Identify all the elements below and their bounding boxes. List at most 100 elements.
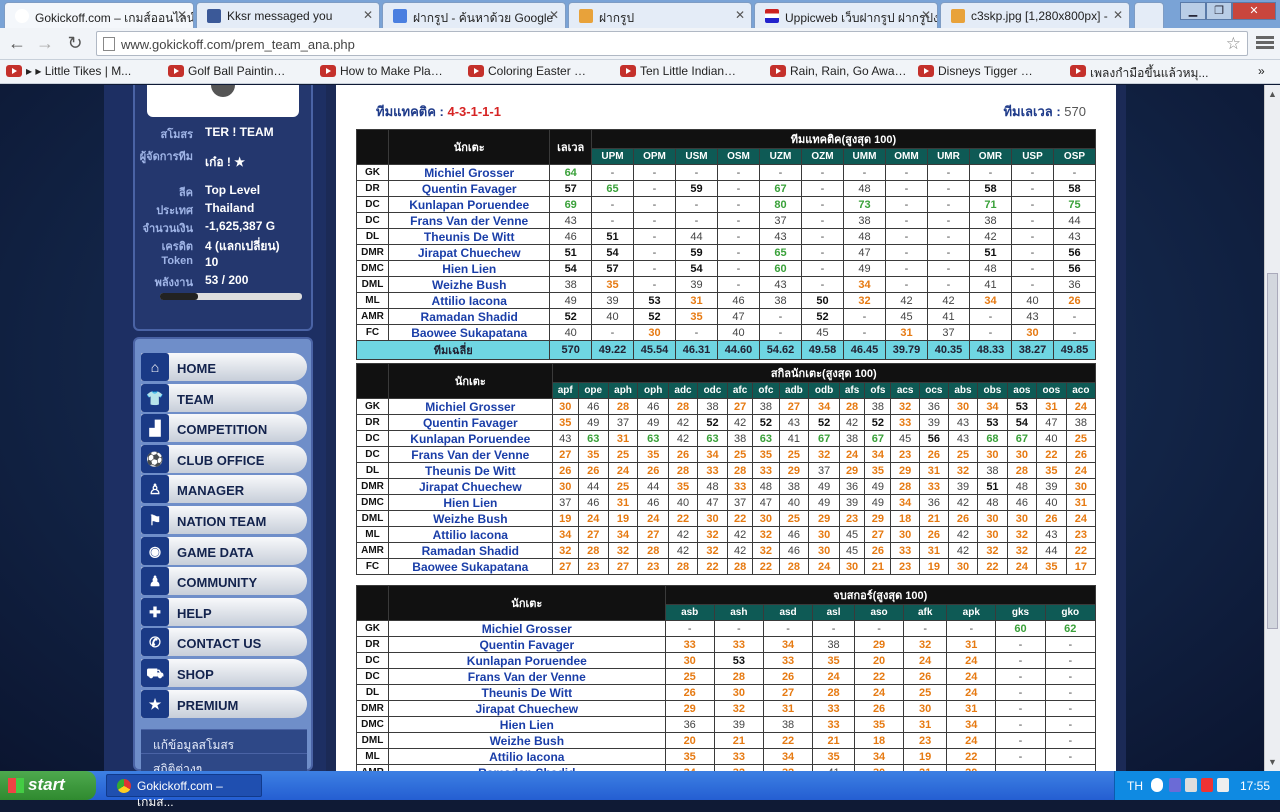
stat-cell: 71 xyxy=(968,196,1012,213)
volume-icon[interactable] xyxy=(1217,778,1229,792)
scrollbar-thumb[interactable] xyxy=(1267,273,1278,629)
tab-gokickoff[interactable]: Gokickoff.com – เกมส์ออนไลน์ ✕ xyxy=(4,2,194,28)
player-name-link[interactable]: Jirapat Chuechew xyxy=(388,700,666,717)
scroll-down-icon[interactable]: ▼ xyxy=(1268,757,1277,767)
player-name-link[interactable]: Kunlapan Poruendee xyxy=(388,430,553,447)
bookmark-item[interactable]: Coloring Easter … xyxy=(468,64,586,78)
player-name-link[interactable]: Quentin Favager xyxy=(387,180,551,197)
menu-item-manager[interactable]: ♙ MANAGER xyxy=(141,475,307,504)
close-tab-icon[interactable]: ✕ xyxy=(1113,8,1123,22)
table-row: DC Kunlapan Poruendee 69- - - -80-73- -71-75 xyxy=(356,196,1097,213)
bookmark-item[interactable]: Golf Ball Paintin… xyxy=(168,64,285,78)
close-window-button[interactable]: ✕ xyxy=(1232,2,1276,20)
close-tab-icon[interactable]: ✕ xyxy=(735,8,745,22)
stat-cell: 46 xyxy=(637,494,669,511)
start-button[interactable]: start xyxy=(0,771,96,800)
tab-image[interactable]: c3skp.jpg [1,280x800px] - ✕ xyxy=(940,2,1130,28)
stat-cell: 33 xyxy=(697,462,728,479)
bookmark-item[interactable]: Ten Little Indian… xyxy=(620,64,736,78)
network-icon[interactable] xyxy=(1185,778,1197,792)
menu-icon[interactable] xyxy=(1256,34,1274,52)
stat-cell: 57 xyxy=(590,260,634,277)
address-bar[interactable]: www.gokickoff.com/prem_team_ana.php ☆ xyxy=(96,31,1248,56)
player-name-link[interactable]: Quentin Favager xyxy=(388,636,666,653)
player-name-link[interactable]: Theunis De Witt xyxy=(388,462,553,479)
bookmarks-overflow-icon[interactable]: » xyxy=(1258,64,1265,78)
player-name-link[interactable]: Michiel Grosser xyxy=(387,164,551,181)
player-name-link[interactable]: Attilio Iacona xyxy=(388,748,666,765)
player-name-link[interactable]: Hien Lien xyxy=(388,716,666,733)
stat-cell: 29 xyxy=(778,462,810,479)
menu-item-home[interactable]: ⌂ HOME xyxy=(141,353,307,381)
close-tab-icon[interactable]: ✕ xyxy=(177,8,187,22)
player-name-link[interactable]: Jirapat Chuechew xyxy=(388,478,553,495)
language-indicator[interactable]: TH xyxy=(1127,779,1143,793)
close-tab-icon[interactable]: ✕ xyxy=(921,8,931,22)
menu-item-label: HELP xyxy=(177,605,212,621)
menu-item-contact-us[interactable]: ✆ CONTACT US xyxy=(141,628,307,657)
menu-item-community[interactable]: ♟ COMMUNITY xyxy=(141,567,307,596)
menu-item-premium[interactable]: ★ PREMIUM xyxy=(141,689,307,718)
stat-cell: 40 xyxy=(1035,430,1067,447)
tray-app-icon[interactable] xyxy=(1169,778,1181,792)
player-name-link[interactable]: Attilio Iacona xyxy=(387,292,551,309)
scroll-up-icon[interactable]: ▲ xyxy=(1268,89,1277,99)
player-name-link[interactable]: Weizhe Bush xyxy=(388,510,553,527)
stat-cell: 28 xyxy=(667,558,699,575)
menu-item-shop[interactable]: ⛟ SHOP xyxy=(141,659,307,687)
player-name-link[interactable]: Jirapat Chuechew xyxy=(387,244,551,261)
player-name-link[interactable]: Ramadan Shadid xyxy=(387,308,551,325)
bookmark-item[interactable]: How to Make Pla… xyxy=(320,64,443,78)
close-tab-icon[interactable]: ✕ xyxy=(549,8,559,22)
antivirus-icon[interactable] xyxy=(1201,778,1213,792)
stat-cell: 24 xyxy=(1065,462,1097,479)
bookmark-item[interactable]: เพลงกำมือขึ้นแล้วหมุ... xyxy=(1070,64,1208,83)
player-name-link[interactable]: Frans Van der Venne xyxy=(388,668,666,685)
menu-item-competition[interactable]: ▟ COMPETITION xyxy=(141,414,307,443)
taskbar-chrome-item[interactable]: Gokickoff.com – เกมส... xyxy=(106,774,262,809)
new-tab-button[interactable] xyxy=(1134,2,1164,28)
menu-item-game-data[interactable]: ◉ GAME DATA xyxy=(141,536,307,565)
back-arrow-icon[interactable]: ← xyxy=(6,33,28,55)
player-name-link[interactable]: Michiel Grosser xyxy=(388,620,666,637)
player-name-link[interactable]: Attilio Iacona xyxy=(388,526,553,543)
tray-arrow-icon[interactable] xyxy=(1151,778,1163,792)
forward-arrow-icon[interactable]: → xyxy=(34,33,56,55)
player-name-link[interactable]: Frans Van der Venne xyxy=(388,446,553,463)
reload-icon[interactable]: ↻ xyxy=(64,33,86,55)
player-name-link[interactable]: Quentin Favager xyxy=(388,414,553,431)
player-name-link[interactable]: Michiel Grosser xyxy=(388,398,553,415)
tab-uppicweb[interactable]: Uppicweb เว็บฝากรูป ฝากรูปง่ายๆ ✕ xyxy=(754,2,938,28)
minimize-button[interactable]: ▁ xyxy=(1180,2,1206,20)
player-name-link[interactable]: Hien Lien xyxy=(388,494,553,511)
bookmark-item[interactable]: Disneys Tigger … xyxy=(918,64,1033,78)
player-name-link[interactable]: Ramadan Shadid xyxy=(388,542,553,559)
player-name-link[interactable]: Baowee Sukapatana xyxy=(387,324,551,341)
sidebar-sublink[interactable]: แก้ข้อมูลสโมสร xyxy=(141,729,307,753)
player-name-link[interactable]: Theunis De Witt xyxy=(388,684,666,701)
menu-item-club-office[interactable]: ⚽ CLUB OFFICE xyxy=(141,444,307,473)
bookmark-star-icon[interactable]: ☆ xyxy=(1226,34,1241,54)
player-name-link[interactable]: Weizhe Bush xyxy=(387,276,551,293)
menu-item-nation-team[interactable]: ⚑ NATION TEAM xyxy=(141,506,307,534)
bookmark-item[interactable]: Rain, Rain, Go Awa… xyxy=(770,64,907,78)
close-tab-icon[interactable]: ✕ xyxy=(363,8,373,22)
tab-facebook[interactable]: Kksr messaged you ✕ xyxy=(196,2,380,28)
menu-item-help[interactable]: ✚ HELP xyxy=(141,597,307,626)
player-name-link[interactable]: Hien Lien xyxy=(387,260,551,277)
sidebar-sublink[interactable]: สถิติต่างๆ xyxy=(141,753,307,771)
page-scrollbar[interactable]: ▲ ▼ xyxy=(1264,85,1280,771)
player-name-link[interactable]: Theunis De Witt xyxy=(387,228,551,245)
player-name-link[interactable]: Weizhe Bush xyxy=(388,732,666,749)
column-header-odc: odc xyxy=(697,382,728,399)
tab-google[interactable]: ฝากรูป - ค้นหาด้วย Google ✕ xyxy=(382,2,566,28)
player-name-link[interactable]: Kunlapan Poruendee xyxy=(387,196,551,213)
stat-cell: 42 xyxy=(884,292,928,309)
player-name-link[interactable]: Frans Van der Venne xyxy=(387,212,551,229)
player-name-link[interactable]: Baowee Sukapatana xyxy=(388,558,553,575)
player-name-link[interactable]: Kunlapan Poruendee xyxy=(388,652,666,669)
restore-button[interactable]: ❐ xyxy=(1206,2,1232,20)
menu-item-team[interactable]: 👕 TEAM xyxy=(141,383,307,412)
tab-upload[interactable]: ฝากรูป ✕ xyxy=(568,2,752,28)
bookmark-item[interactable]: ▸ ▸ Little Tikes | M... xyxy=(6,64,131,78)
